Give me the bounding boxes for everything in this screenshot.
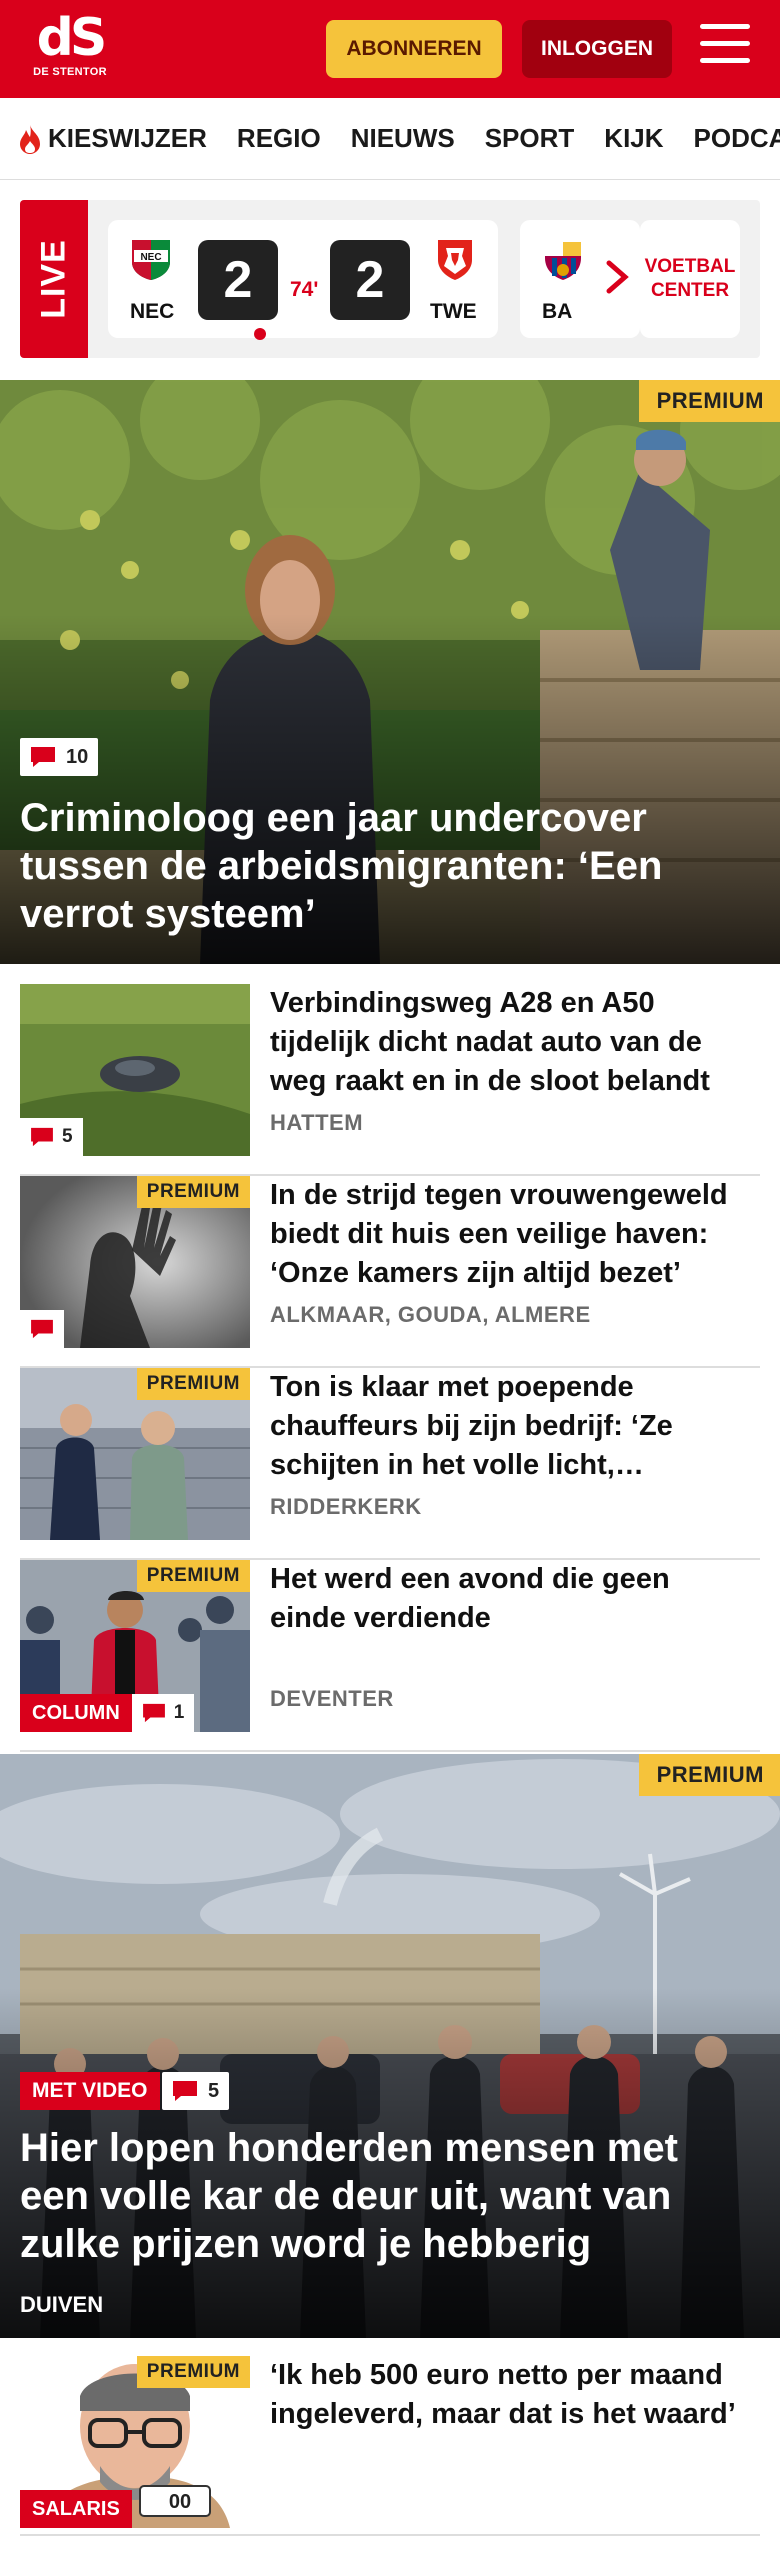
- article-item[interactable]: PREMIUM Ton is klaar met poepende chauff…: [20, 1368, 760, 1560]
- logo-subtitle: DE STENTOR: [33, 66, 107, 78]
- premium-badge: PREMIUM: [136, 1368, 250, 1400]
- comment-count: 5: [208, 2079, 220, 2102]
- comment-count: 5: [62, 1126, 73, 1147]
- article-location: ALKMAAR, GOUDA, ALMERE: [270, 1302, 591, 1327]
- article-location: RIDDERKERK: [270, 1494, 422, 1519]
- main-nav: KIESWIJZER REGIO NIEUWS SPORT KIJK PODCA…: [0, 98, 780, 180]
- comment-count-badge[interactable]: 5: [162, 2072, 230, 2110]
- subscribe-button[interactable]: ABONNEREN: [326, 20, 502, 78]
- hero-location: DUIVEN: [20, 2292, 104, 2317]
- comment-icon: [31, 1127, 53, 1147]
- video-label: MET VIDEO: [20, 2072, 160, 2110]
- article-location: HATTEM: [270, 1110, 364, 1135]
- comment-count-badge[interactable]: 5: [20, 1118, 83, 1156]
- hero-title[interactable]: Criminoloog een jaar undercover tussen d…: [20, 794, 750, 938]
- login-button[interactable]: INLOGGEN: [522, 20, 672, 78]
- article-location: DEVENTER: [270, 1686, 394, 1711]
- live-tag: LIVE: [20, 200, 88, 358]
- article-item[interactable]: 5 Verbindingsweg A28 en A50 tijdelijk di…: [20, 984, 760, 1176]
- comment-count: 10: [66, 745, 89, 768]
- svg-text:NEC: NEC: [140, 252, 161, 263]
- article-thumbnail: PREMIUM: [20, 1368, 250, 1540]
- comment-icon: [142, 1703, 165, 1723]
- comment-count-badge[interactable]: 1: [131, 1694, 195, 1732]
- nav-item-sport[interactable]: SPORT: [485, 123, 575, 154]
- premium-badge: PREMIUM: [638, 380, 780, 422]
- article-title[interactable]: Ton is klaar met poepende chauffeurs bij…: [270, 1368, 750, 1485]
- live-scores-strip: LIVE NEC NEC 2 74' 2 TWE BA VOETBAL CENT…: [20, 200, 760, 358]
- nec-crest-icon: NEC: [132, 240, 170, 280]
- comment-icon: [173, 2081, 197, 2101]
- article-title[interactable]: Verbindingsweg A28 en A50 tijdelijk dich…: [270, 984, 750, 1101]
- away-score: 2: [330, 240, 410, 320]
- column-label: COLUMN: [20, 1694, 132, 1732]
- nav-item-podcast[interactable]: PODCAST: [694, 123, 780, 154]
- match-minute: 74': [290, 278, 319, 301]
- site-logo[interactable]: dS DE STENTOR: [30, 12, 110, 78]
- nav-label: KIESWIJZER: [48, 123, 207, 153]
- article-thumbnail: 5: [20, 984, 250, 1156]
- article-item[interactable]: 00 PREMIUM SALARIS ‘Ik heb 500 euro nett…: [20, 2356, 760, 2536]
- next-team-code: BA: [542, 300, 573, 323]
- nav-item-kieswijzer[interactable]: KIESWIJZER: [16, 123, 207, 155]
- menu-icon[interactable]: [700, 24, 750, 70]
- chevron-right-icon[interactable]: [592, 252, 642, 302]
- article-thumbnail: 00 PREMIUM SALARIS: [20, 2356, 250, 2528]
- nav-item-kijk[interactable]: KIJK: [604, 123, 663, 154]
- article-item[interactable]: PREMIUM In de strijd tegen vrouwengeweld…: [20, 1176, 760, 1368]
- comment-count-badge[interactable]: 10: [20, 738, 99, 776]
- logo-mark: dS: [36, 8, 108, 68]
- article-title[interactable]: Het werd een avond die geen einde verdie…: [270, 1560, 750, 1638]
- svg-text:00: 00: [169, 2491, 191, 2513]
- article-title[interactable]: ‘Ik heb 500 euro netto per maand ingelev…: [270, 2356, 750, 2434]
- away-team-code: TWE: [430, 300, 477, 323]
- comment-count: 1: [173, 1702, 185, 1723]
- comment-icon: [31, 747, 55, 767]
- nav-item-nieuws[interactable]: NIEUWS: [351, 123, 455, 154]
- home-team-code: NEC: [130, 300, 175, 323]
- match-card[interactable]: NEC NEC 2 74' 2 TWE: [108, 220, 498, 340]
- voetbal-center-button[interactable]: VOETBAL CENTER: [640, 220, 740, 338]
- nav-item-regio[interactable]: REGIO: [237, 123, 321, 154]
- comment-icon: [31, 1319, 53, 1339]
- home-score: 2: [198, 240, 278, 320]
- barcelona-crest-icon: [545, 242, 581, 280]
- twente-crest-icon: [438, 240, 472, 280]
- comment-badge[interactable]: [20, 1310, 64, 1348]
- article-thumbnail: PREMIUM: [20, 1176, 250, 1348]
- hero-article-2[interactable]: PREMIUM MET VIDEO 5 Hier lopen honderden…: [0, 1754, 780, 2338]
- article-thumbnail: PREMIUM COLUMN 1: [20, 1560, 250, 1732]
- top-bar: dS DE STENTOR ABONNEREN INLOGGEN: [0, 0, 780, 98]
- flame-icon: [20, 124, 40, 154]
- hero-title[interactable]: Hier lopen honderden mensen met een voll…: [20, 2124, 750, 2268]
- premium-badge: PREMIUM: [136, 1560, 250, 1592]
- premium-badge: PREMIUM: [136, 1176, 250, 1208]
- article-title[interactable]: In de strijd tegen vrouwengeweld biedt d…: [270, 1176, 750, 1293]
- live-indicator-dot: [254, 328, 266, 340]
- salaris-label: SALARIS: [20, 2490, 132, 2528]
- premium-badge: PREMIUM: [136, 2356, 250, 2388]
- hero-article-1[interactable]: PREMIUM 10 Criminoloog een jaar undercov…: [0, 380, 780, 964]
- premium-badge: PREMIUM: [638, 1754, 780, 1796]
- article-item[interactable]: PREMIUM COLUMN 1 Het werd een avond die …: [20, 1560, 760, 1752]
